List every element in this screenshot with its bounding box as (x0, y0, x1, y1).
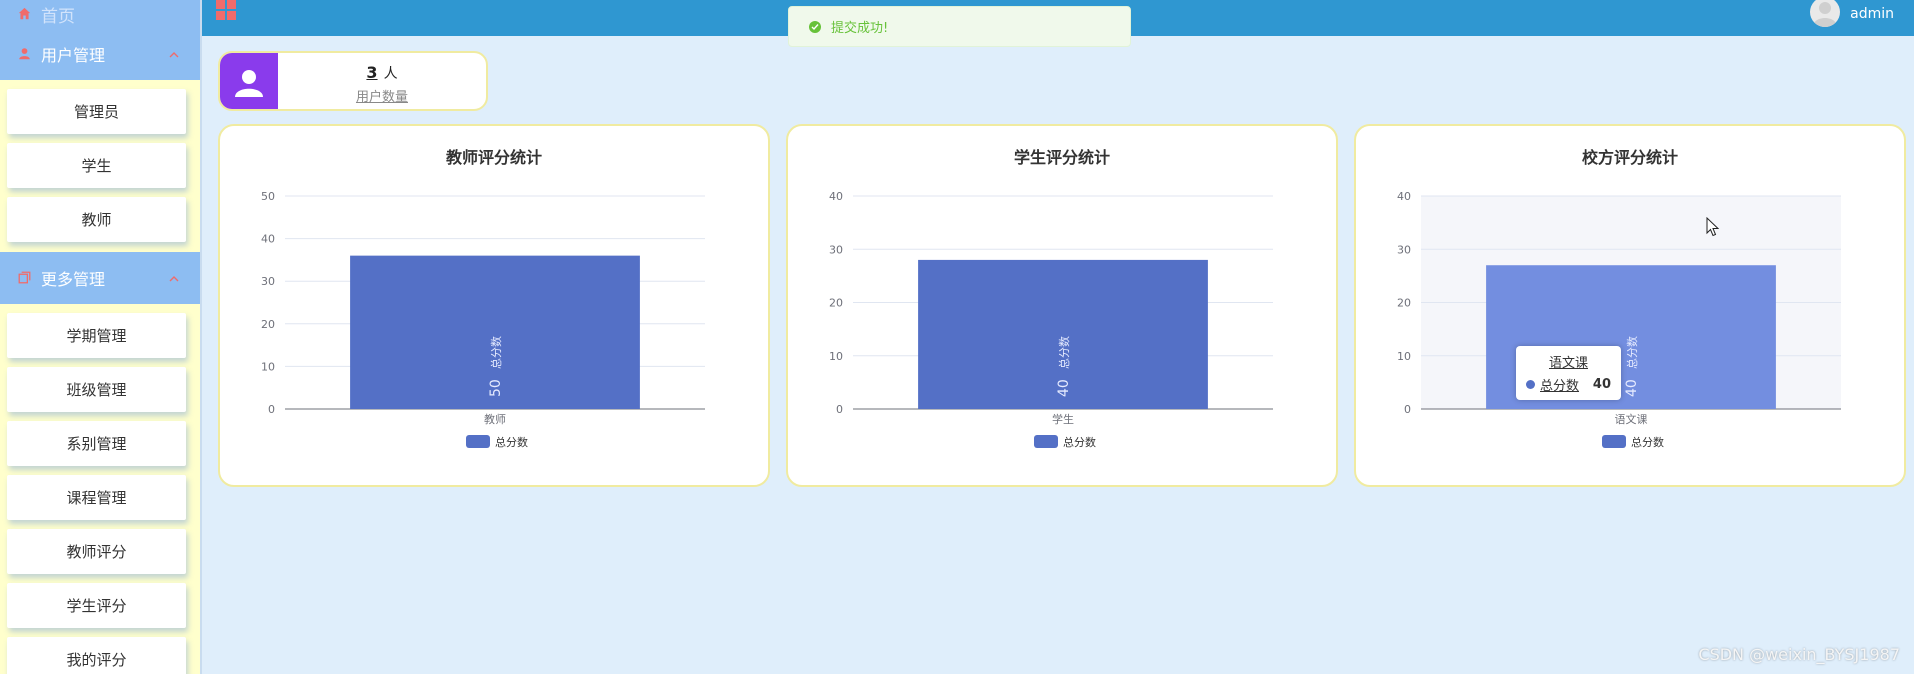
copy-icon (18, 269, 31, 288)
sidebar-group-label: 更多管理 (41, 270, 106, 289)
sidebar-item-label: 首页 (41, 6, 75, 27)
bar-chart[interactable]: 01020304040总分数语文课总分数 (1356, 126, 1908, 489)
user-icon (18, 45, 31, 64)
grid-menu-icon[interactable] (216, 0, 236, 24)
legend-swatch (1602, 435, 1626, 448)
sidebar-item-home[interactable]: 首页 (0, 0, 200, 28)
y-tick-label: 0 (1404, 403, 1411, 416)
stat-number: 3 (366, 63, 378, 82)
sidebar-group-items: 管理员 学生 教师 (0, 89, 200, 252)
sidebar-group-items: 学期管理 班级管理 系别管理 课程管理 教师评分 学生评分 我的评分 (0, 313, 200, 674)
bar-series-label: 总分数 (1057, 336, 1071, 369)
toast-message: 提交成功! (831, 21, 889, 36)
bar-series-label: 总分数 (489, 336, 503, 369)
check-circle-icon (809, 20, 821, 33)
sidebar-item-course[interactable]: 课程管理 (7, 475, 186, 520)
sidebar-group-user-management[interactable]: 用户管理 (0, 28, 200, 80)
x-tick-label: 学生 (1052, 412, 1074, 426)
bar-chart[interactable]: 01020304040总分数学生总分数 (788, 126, 1340, 489)
teacher-rating-chart-card: 教师评分统计 0 10 20 30 40 50 50 总分数 教师 总分数 (218, 124, 770, 487)
mouse-cursor-icon (1706, 216, 1720, 241)
legend-swatch (1034, 435, 1058, 448)
y-tick-label: 30 (261, 275, 275, 288)
y-tick-label: 10 (261, 360, 275, 373)
user-menu[interactable]: admin (1810, 0, 1894, 28)
school-rating-chart-card: 校方评分统计 0 10 20 30 40 40 总分数 语文课 总分数 (1354, 124, 1906, 487)
tooltip-series-name: 总分数 (1540, 379, 1580, 394)
bar-value-label: 40 (1624, 379, 1640, 397)
tooltip-category: 语文课 (1548, 356, 1588, 371)
sidebar: 首页 用户管理 管理员 学生 教师 更多管理 学期管理 班级管理 系别管理 课程… (0, 0, 202, 674)
bar-data-label: 40 总分数 (1624, 336, 1640, 397)
y-tick-label: 20 (829, 297, 843, 310)
sidebar-item-student-rating[interactable]: 学生评分 (7, 583, 186, 628)
y-tick-label: 40 (261, 233, 275, 246)
avatar (1810, 0, 1841, 27)
bar-chart[interactable]: 0102030405050总分数教师总分数 (220, 126, 772, 489)
y-tick-label: 10 (829, 350, 843, 363)
bar-value-label: 50 (488, 379, 504, 397)
sidebar-item-my-rating[interactable]: 我的评分 (7, 637, 186, 674)
y-tick-label: 20 (1397, 297, 1411, 310)
success-toast: 提交成功! (788, 6, 1131, 47)
sidebar-item-class[interactable]: 班级管理 (7, 367, 186, 412)
chevron-up-icon (168, 46, 180, 65)
y-tick-label: 0 (836, 403, 843, 416)
legend-swatch (466, 435, 490, 448)
legend-label: 总分数 (1063, 435, 1096, 449)
y-tick-label: 50 (261, 190, 275, 203)
x-tick-label: 语文课 (1615, 412, 1648, 426)
user-count-card: 3人 用户数量 (218, 51, 488, 111)
watermark: CSDN @weixin_BYSJ1987 (1698, 645, 1900, 664)
bar-data-label: 50 总分数 (488, 336, 504, 397)
username: admin (1850, 6, 1894, 22)
tooltip-value: 40 (1592, 377, 1611, 392)
legend-label: 总分数 (1631, 435, 1664, 449)
y-tick-label: 40 (829, 190, 843, 203)
user-avatar-icon (220, 53, 278, 109)
y-tick-label: 40 (1397, 190, 1411, 203)
sidebar-item-semester[interactable]: 学期管理 (7, 313, 186, 358)
y-tick-label: 20 (261, 318, 275, 331)
y-tick-label: 0 (268, 403, 275, 416)
student-rating-chart-card: 学生评分统计 0 10 20 30 40 40 总分数 学生 总分数 (786, 124, 1338, 487)
y-tick-label: 10 (1397, 350, 1411, 363)
x-tick-label: 教师 (484, 413, 506, 426)
user-count-value: 3人 (278, 63, 486, 83)
y-tick-label: 30 (1397, 243, 1411, 256)
stat-label: 用户数量 (355, 90, 408, 105)
chart-tooltip: 语文课 总分数 40 (1516, 346, 1621, 400)
home-icon (18, 5, 31, 24)
series-dot (1526, 380, 1535, 389)
stat-unit: 人 (383, 66, 398, 82)
bar-data-label: 40 总分数 (1056, 336, 1072, 397)
chevron-up-icon (168, 270, 180, 289)
sidebar-item-department[interactable]: 系别管理 (7, 421, 186, 466)
bar-series-label: 总分数 (1625, 336, 1639, 369)
y-tick-label: 30 (829, 243, 843, 256)
sidebar-item-admin[interactable]: 管理员 (7, 89, 186, 134)
sidebar-item-teacher-rating[interactable]: 教师评分 (7, 529, 186, 574)
tooltip-row: 总分数 40 (1526, 375, 1611, 394)
legend-label: 总分数 (495, 435, 528, 449)
sidebar-item-student[interactable]: 学生 (7, 143, 186, 188)
sidebar-group-label: 用户管理 (41, 46, 106, 65)
sidebar-item-teacher[interactable]: 教师 (7, 197, 186, 242)
sidebar-group-more-management[interactable]: 更多管理 (0, 252, 200, 304)
bar-value-label: 40 (1056, 379, 1072, 397)
